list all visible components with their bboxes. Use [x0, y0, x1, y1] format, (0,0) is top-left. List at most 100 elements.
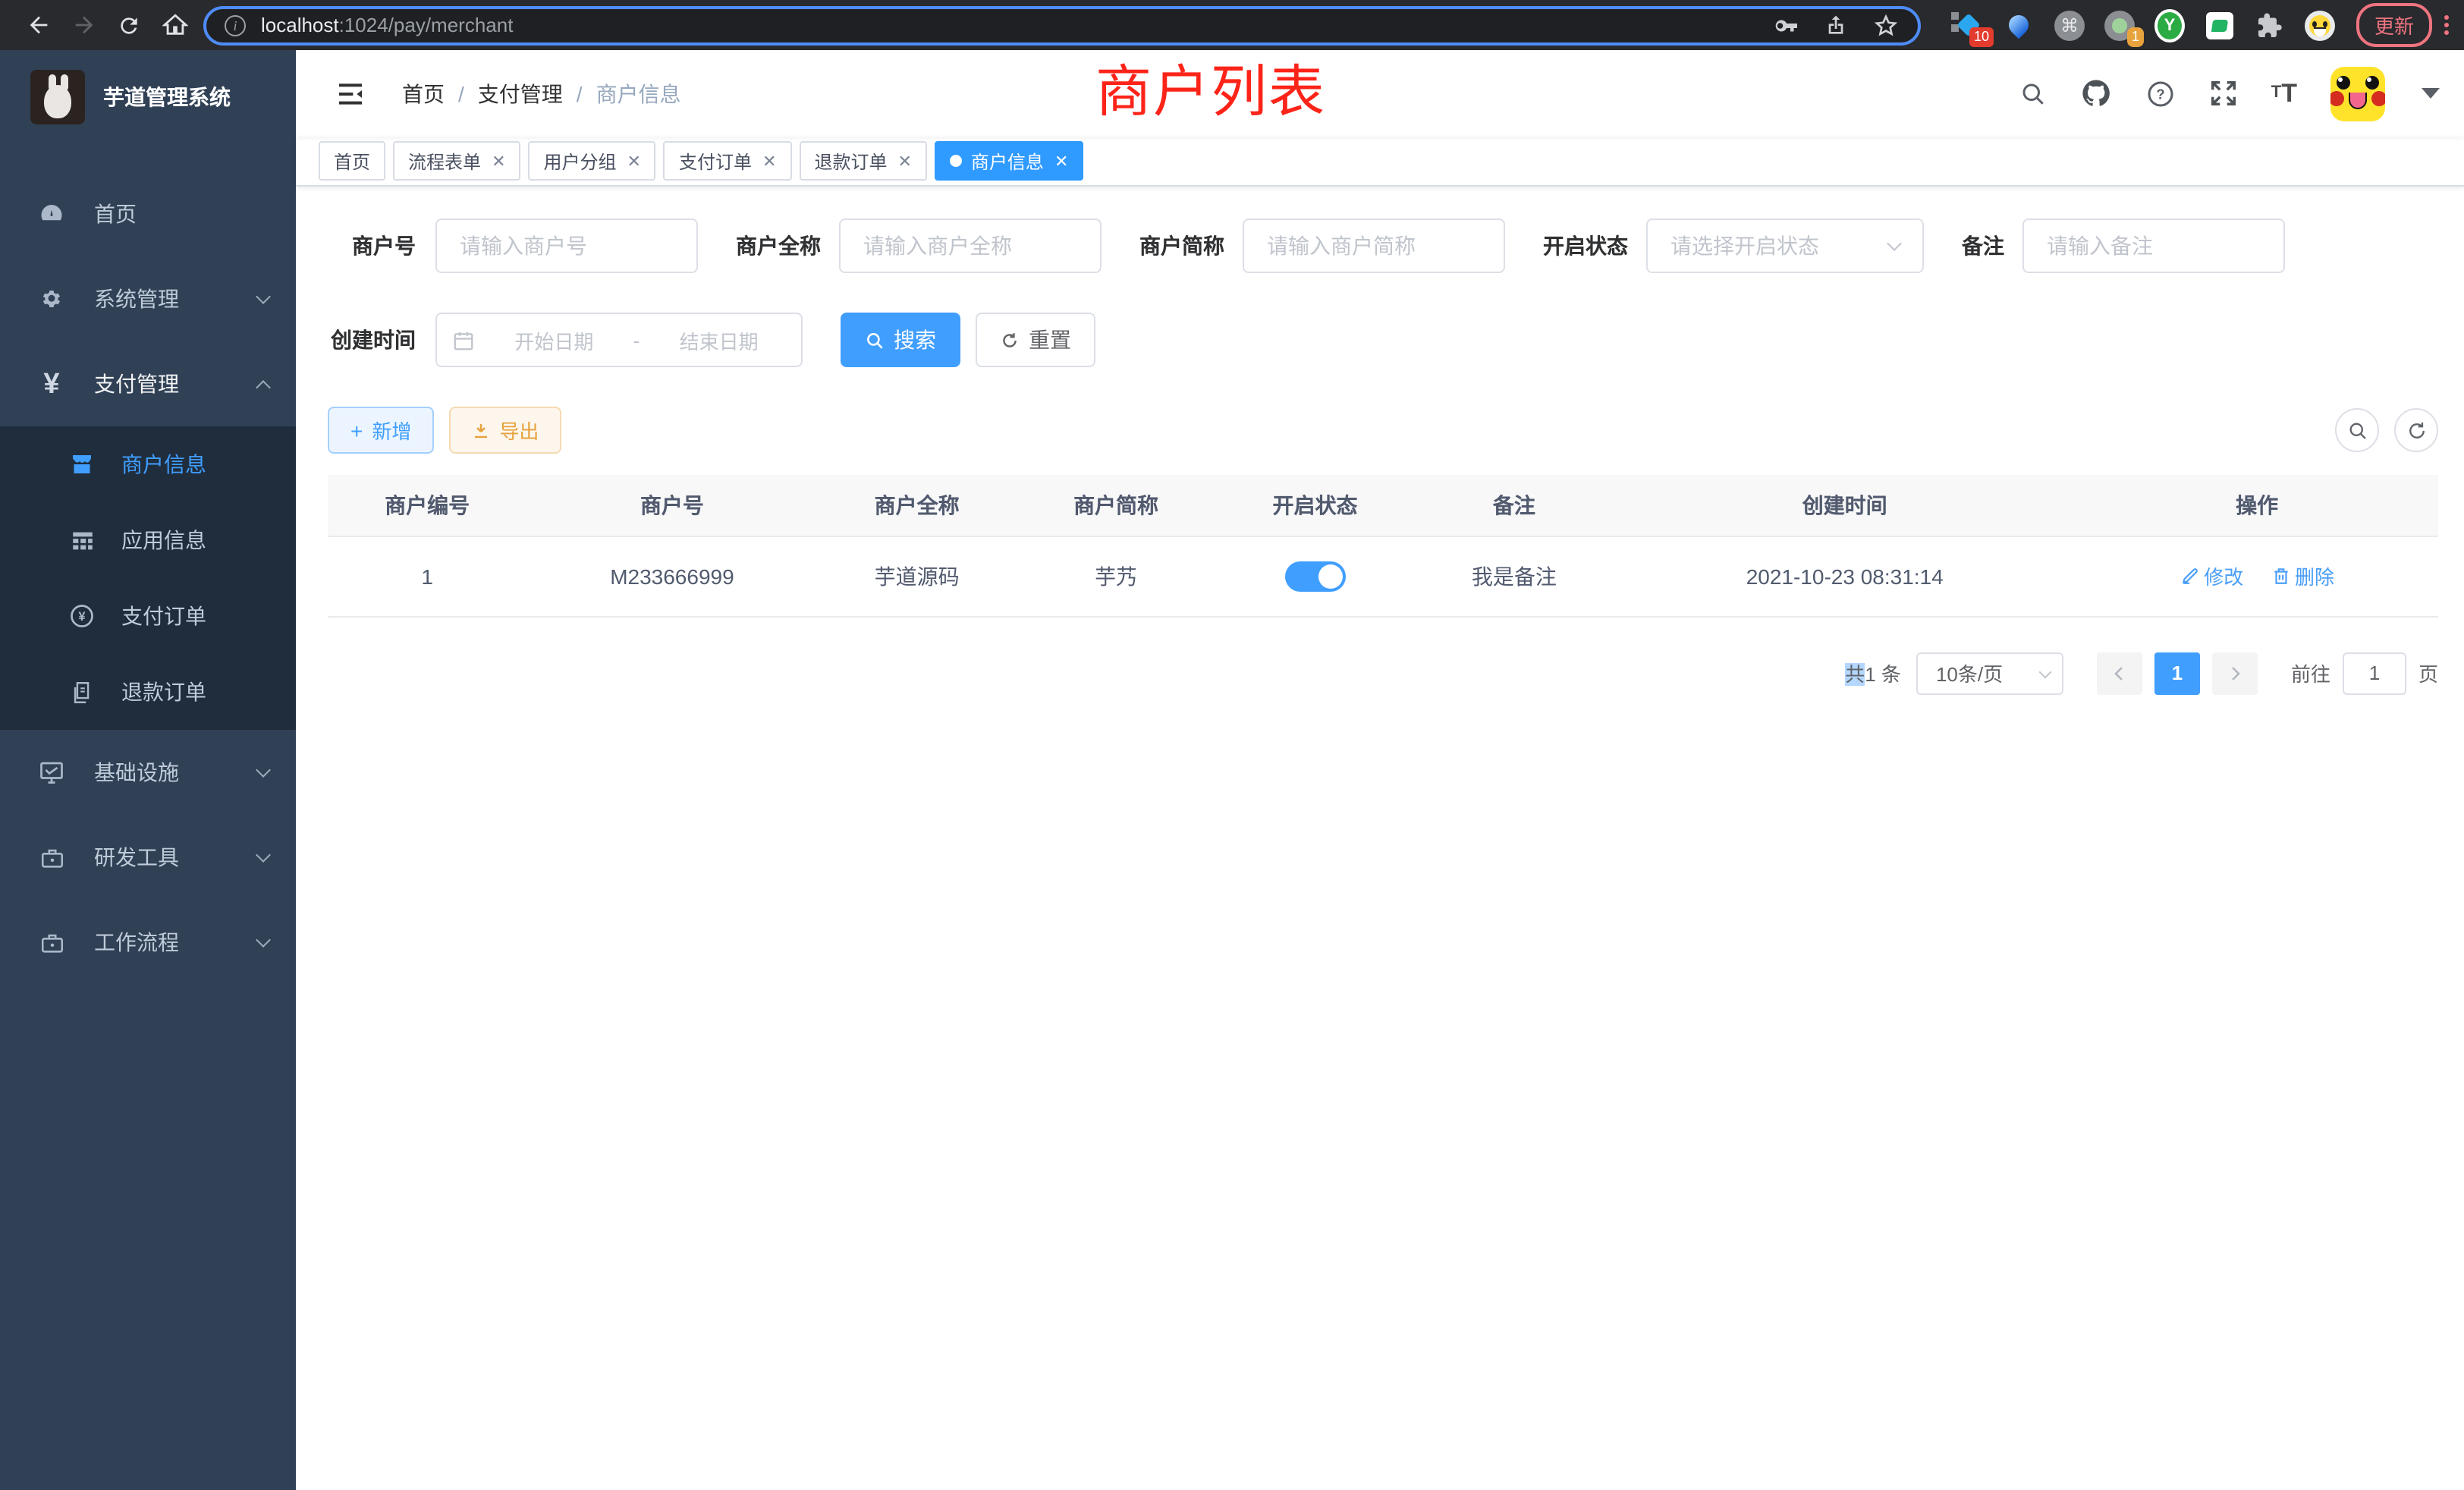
- tab-home[interactable]: 首页: [319, 141, 385, 181]
- password-key-icon[interactable]: [1772, 11, 1799, 39]
- col-create-time: 创建时间: [1614, 475, 2076, 536]
- hamburger-icon[interactable]: [320, 78, 381, 108]
- close-icon[interactable]: ✕: [627, 151, 641, 171]
- sidebar-item-app-info[interactable]: 应用信息: [0, 502, 296, 578]
- extension-strip: 10 ⌘ 1 Y: [1954, 10, 2335, 40]
- reset-button[interactable]: 重置: [976, 313, 1095, 367]
- page-info-icon[interactable]: i: [225, 14, 246, 36]
- sidebar-item-merchant-info[interactable]: 商户信息: [0, 426, 296, 502]
- annotation-title: 商户列表: [1095, 46, 1326, 127]
- pagination: 共1 条 10条/页 1 前往 页: [328, 652, 2438, 694]
- extension-icon-1[interactable]: 10: [1954, 10, 1985, 40]
- page-number-1[interactable]: 1: [2154, 652, 2200, 694]
- add-button[interactable]: + 新增: [328, 407, 434, 454]
- breadcrumb: 首页 / 支付管理 / 商户信息: [402, 78, 681, 108]
- header-search-icon[interactable]: [2019, 80, 2047, 107]
- dashboard-icon: [33, 200, 70, 228]
- browser-home-icon[interactable]: [152, 5, 197, 45]
- breadcrumb-home[interactable]: 首页: [402, 78, 445, 108]
- sidebar-item-home[interactable]: 首页: [0, 171, 296, 256]
- extensions-puzzle-icon[interactable]: [2255, 10, 2285, 40]
- help-icon[interactable]: ?: [2145, 78, 2176, 108]
- date-range-picker[interactable]: 开始日期 - 结束日期: [435, 313, 803, 367]
- col-merchant-no: 商户号: [526, 475, 817, 536]
- browser-back-icon[interactable]: [15, 5, 61, 45]
- sidebar-item-pay-order[interactable]: ¥ 支付订单: [0, 578, 296, 654]
- close-icon[interactable]: ✕: [492, 151, 505, 171]
- status-toggle[interactable]: [1284, 561, 1345, 591]
- address-bar[interactable]: i localhost:1024/pay/merchant: [203, 5, 1921, 45]
- browser-menu-icon[interactable]: [2444, 15, 2449, 35]
- app-title: 芋道管理系统: [103, 82, 231, 112]
- grid-icon: [67, 527, 97, 553]
- col-short-name: 商户简称: [1017, 475, 1215, 536]
- sidebar-item-workflow[interactable]: 工作流程: [0, 900, 296, 985]
- tab-pay-order[interactable]: 支付订单✕: [664, 141, 791, 181]
- bookmark-star-icon[interactable]: [1872, 11, 1900, 39]
- goto-page-input[interactable]: [2343, 652, 2406, 694]
- cell-status: [1215, 536, 1414, 616]
- status-select[interactable]: 请选择开启状态: [1646, 218, 1924, 273]
- tab-user-group[interactable]: 用户分组✕: [529, 141, 656, 181]
- avatar[interactable]: [2330, 66, 2385, 121]
- refresh-table-button[interactable]: [2394, 408, 2438, 452]
- download-icon: [472, 421, 490, 439]
- chevron-down-icon: [256, 847, 271, 863]
- sidebar-item-refund-order[interactable]: 退款订单: [0, 654, 296, 730]
- close-icon[interactable]: ✕: [762, 151, 776, 171]
- edit-link[interactable]: 修改: [2180, 561, 2243, 590]
- remark-input[interactable]: [2047, 234, 2261, 258]
- short-name-input[interactable]: [1267, 234, 1481, 258]
- extension-icon-6[interactable]: [2205, 10, 2235, 40]
- prev-page-button[interactable]: [2097, 652, 2142, 694]
- page-size-select[interactable]: 10条/页: [1916, 652, 2063, 694]
- breadcrumb-pay[interactable]: 支付管理: [478, 78, 563, 108]
- full-name-input[interactable]: [863, 234, 1077, 258]
- extension-icon-2[interactable]: [2004, 10, 2035, 40]
- show-search-button[interactable]: [2335, 408, 2379, 452]
- share-icon[interactable]: [1824, 11, 1848, 39]
- tab-process-form[interactable]: 流程表单✕: [393, 141, 520, 181]
- tab-merchant-info[interactable]: 商户信息✕: [935, 141, 1083, 181]
- refresh-icon: [2406, 420, 2427, 441]
- next-page-button[interactable]: [2212, 652, 2258, 694]
- chevron-down-icon: [256, 932, 271, 948]
- refund-doc-icon: [67, 679, 97, 705]
- fullscreen-icon[interactable]: [2209, 79, 2238, 108]
- close-icon[interactable]: ✕: [1054, 151, 1068, 171]
- col-id: 商户编号: [328, 475, 526, 536]
- extension-badge: 10: [1969, 27, 1994, 46]
- sidebar: 芋道管理系统 首页 系统管理 ¥ 支付管: [0, 50, 296, 1490]
- export-button[interactable]: 导出: [449, 407, 561, 454]
- close-icon[interactable]: ✕: [897, 151, 911, 171]
- font-size-icon[interactable]: TT: [2271, 80, 2297, 106]
- sidebar-logo[interactable]: 芋道管理系统: [0, 50, 296, 144]
- merchant-table: 商户编号 商户号 商户全称 商户简称 开启状态 备注 创建时间 操作 1: [328, 475, 2438, 617]
- cell-remark: 我是备注: [1415, 536, 1614, 616]
- browser-update-button[interactable]: 更新: [2356, 3, 2432, 47]
- sidebar-item-pay[interactable]: ¥ 支付管理: [0, 341, 296, 426]
- plus-icon: +: [350, 420, 363, 441]
- extension-icon-5[interactable]: Y: [2154, 10, 2185, 40]
- sidebar-item-system[interactable]: 系统管理: [0, 256, 296, 341]
- sidebar-item-infra[interactable]: 基础设施: [0, 730, 296, 815]
- extension-icon-4[interactable]: 1: [2104, 10, 2135, 40]
- delete-link[interactable]: 删除: [2271, 561, 2334, 590]
- briefcase-icon: [33, 929, 70, 955]
- extension-icon-3[interactable]: ⌘: [2054, 10, 2085, 40]
- browser-reload-icon[interactable]: [106, 5, 152, 45]
- github-icon[interactable]: [2080, 77, 2112, 109]
- end-date-placeholder: 结束日期: [652, 325, 786, 354]
- chevron-down-icon: [2038, 665, 2051, 678]
- url-text: localhost:1024/pay/merchant: [261, 14, 1772, 36]
- goto-label: 前往: [2291, 659, 2330, 687]
- cell-create-time: 2021-10-23 08:31:14: [1614, 536, 2076, 616]
- browser-forward-icon[interactable]: [61, 5, 106, 45]
- search-button[interactable]: 搜索: [841, 313, 960, 367]
- extension-icon-7[interactable]: [2305, 10, 2335, 40]
- merchant-no-input[interactable]: [460, 234, 674, 258]
- shop-icon: [67, 451, 97, 478]
- tab-refund-order[interactable]: 退款订单✕: [799, 141, 926, 181]
- sidebar-item-devtools[interactable]: 研发工具: [0, 815, 296, 900]
- avatar-caret-icon[interactable]: [2422, 88, 2440, 99]
